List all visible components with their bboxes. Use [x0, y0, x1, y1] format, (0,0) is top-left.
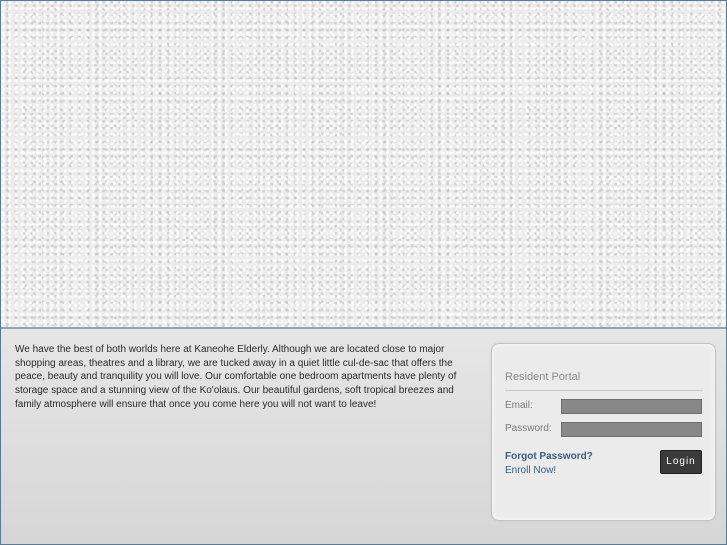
email-label: Email: [505, 400, 533, 411]
portal-divider [505, 390, 703, 391]
portal-title: Resident Portal [505, 371, 581, 383]
intro-paragraph: We have the best of both worlds here at … [15, 344, 457, 410]
textured-header-banner [1, 1, 726, 329]
enroll-now-link[interactable]: Enroll Now! [505, 465, 556, 476]
content-area: We have the best of both worlds here at … [1, 329, 726, 544]
resident-portal-panel: Resident Portal Email: Password: Forgot … [491, 343, 716, 521]
page: We have the best of both worlds here at … [0, 0, 727, 545]
password-field[interactable] [561, 422, 702, 437]
email-field[interactable] [561, 399, 702, 414]
forgot-password-link[interactable]: Forgot Password? [505, 451, 593, 462]
login-button[interactable]: Login [660, 450, 702, 474]
password-label: Password: [505, 423, 552, 434]
